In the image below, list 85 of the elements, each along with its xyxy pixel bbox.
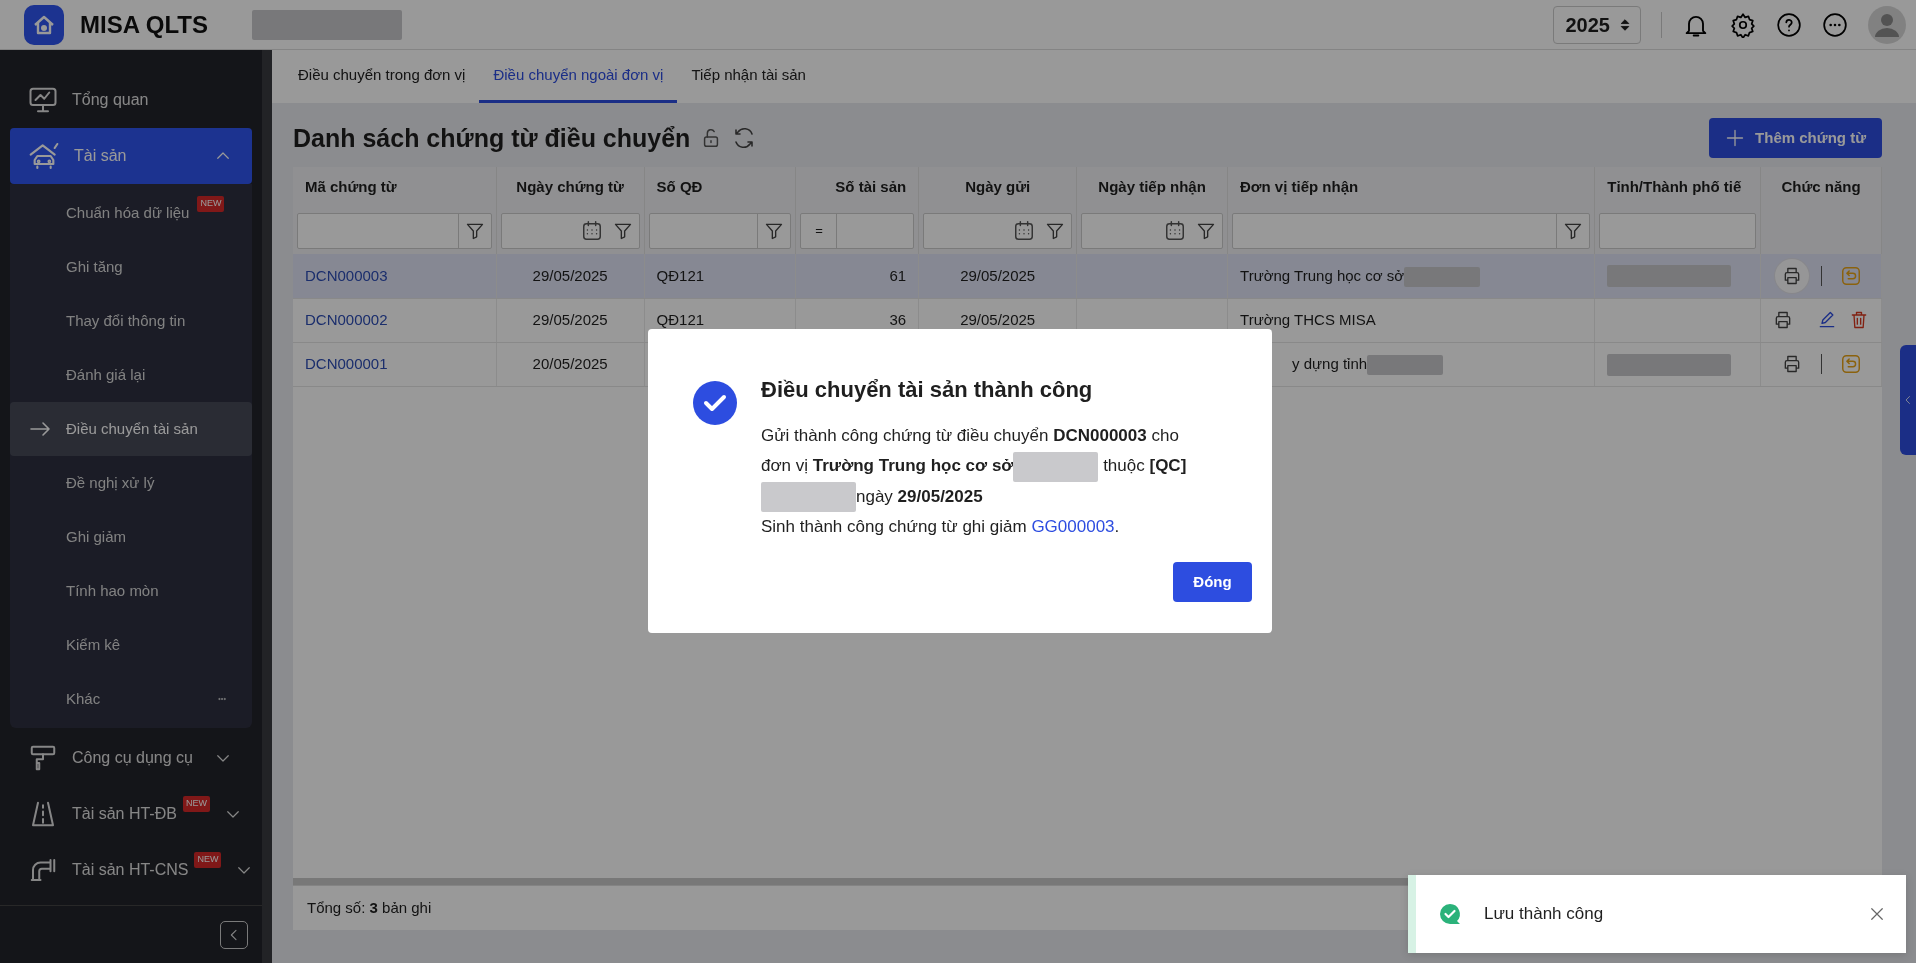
date-text: 20/05/2025 [532,354,608,372]
receiver-unit: Trường THCS MISA [1240,310,1376,328]
house-car-icon [28,140,60,172]
settings-icon [1730,11,1756,38]
decision-number: QĐ121 [656,266,705,284]
decision-number: QĐ121 [656,310,705,328]
check-circle-icon [693,381,737,425]
print-button[interactable] [1774,258,1809,293]
receiver-unit: y dựng tỉnh [1292,354,1368,372]
submenu-item[interactable]: Chuẩn hóa dữ liệu NEW [10,186,252,240]
submenu-item[interactable]: Ghi tăng [10,240,252,294]
avatar[interactable] [1868,5,1906,44]
asset-count: 36 [889,310,907,328]
filter-field[interactable] [648,212,792,249]
toast-message: Lưu thành công [1484,903,1604,926]
sidebar-item[interactable]: Tài sản [10,128,252,184]
more-icon [1822,11,1848,38]
chat-check-icon [1438,902,1462,926]
tab[interactable]: Tiếp nhận tài sản [677,50,820,103]
voucher-link[interactable]: DCN000001 [305,354,388,372]
submenu-item[interactable]: Tính hao mòn [10,564,252,618]
date-text: 29/05/2025 [960,310,1036,328]
dialog-title: Điều chuyển tài sản thành công [761,377,1094,404]
column-header[interactable]: Số QĐ [644,167,796,207]
year-spinner[interactable]: 2025 [1552,5,1641,44]
help-button[interactable] [1776,11,1802,38]
return-icon [1839,353,1862,375]
submenu-item[interactable]: Đánh giá lại [10,348,252,402]
submenu-item[interactable]: Khác [10,672,252,726]
close-button[interactable] [1868,905,1886,923]
house-logo-icon [24,4,64,45]
dialog-message: Gửi thành công chứng từ điều chuyển DCN000003 cho đơn vị Trường Trung học cơ sở thuộc [QC] ngày 29/05/2025 [761,421,1201,513]
submenu-item[interactable]: Kiểm kê [10,618,252,672]
sidebar-item[interactable]: Tài sản HT-CNS NEW [10,842,252,898]
filter-field[interactable] [297,212,492,249]
date-filter-field[interactable] [1081,212,1224,249]
column-header[interactable]: Đơn vị tiếp nhận [1227,167,1595,207]
tab[interactable]: Điều chuyển ngoài đơn vị [479,50,678,103]
filter-field[interactable] [1232,212,1591,249]
column-header[interactable]: Số tài sản [796,167,919,207]
plus-icon [1725,128,1746,148]
calendar-icon [1164,219,1187,242]
panel-toggle-button[interactable] [1900,345,1916,455]
number-filter-field[interactable]: = [800,212,915,249]
submenu-item[interactable]: Thay đổi thông tin [10,294,252,348]
submenu-item[interactable]: Ghi giảm [10,510,252,564]
date-filter-field[interactable] [923,212,1073,249]
column-header[interactable]: Chức năng [1760,167,1882,207]
date-filter-field[interactable] [500,212,640,249]
monitor-chart-icon [28,85,58,115]
calendar-icon [580,219,603,242]
voucher-link[interactable]: DCN000003 [305,266,388,284]
column-header[interactable]: Ngày tiếp nhận [1076,167,1228,207]
close-button[interactable]: Đóng [1173,562,1252,603]
column-header[interactable]: Mã chứng từ [293,167,497,207]
filter-field[interactable] [1599,212,1757,249]
collapse-sidebar-button[interactable] [220,920,248,949]
tab[interactable]: Điều chuyển trong đơn vị [284,50,480,103]
record-total: Tổng số: 3 bản ghi [307,897,432,918]
app-name: MISA QLTS [80,9,208,40]
date-text: 29/05/2025 [960,266,1036,284]
voucher-link[interactable]: GG000003 [1031,517,1115,537]
submenu-item[interactable]: Điều chuyển tài sản [10,402,252,456]
receiver-unit: Trường Trung học cơ sở [1240,266,1405,284]
column-header[interactable]: Ngày chứng từ [496,167,645,207]
close-icon [1868,905,1886,923]
paint-roller-icon [28,743,58,773]
more-button[interactable] [1822,11,1848,38]
return-icon [1839,264,1862,287]
asset-count: 61 [889,266,907,284]
sidebar-item[interactable]: Công cụ dụng cụ [10,730,252,786]
submenu-item[interactable]: Đề nghị xử lý [10,456,252,510]
sidebar-item[interactable]: Tài sản HT-ĐB NEW [10,786,252,842]
voucher-link[interactable]: DCN000002 [305,310,388,328]
date-text: 29/05/2025 [532,310,608,328]
help-icon [1776,11,1802,38]
calendar-icon [1013,219,1036,242]
column-header[interactable]: Tỉnh/Thành phố tiế [1594,167,1761,207]
sidebar-item[interactable]: Tổng quan [10,72,252,128]
date-text: 29/05/2025 [532,266,608,284]
add-voucher-button[interactable]: Thêm chứng từ [1709,118,1882,158]
column-header[interactable]: Ngày gửi [918,167,1077,207]
page-title: Danh sách chứng từ điều chuyển [293,123,691,153]
settings-button[interactable] [1730,11,1756,38]
dialog-note: Sinh thành công chứng từ ghi giảm GG000003. [761,516,1121,539]
